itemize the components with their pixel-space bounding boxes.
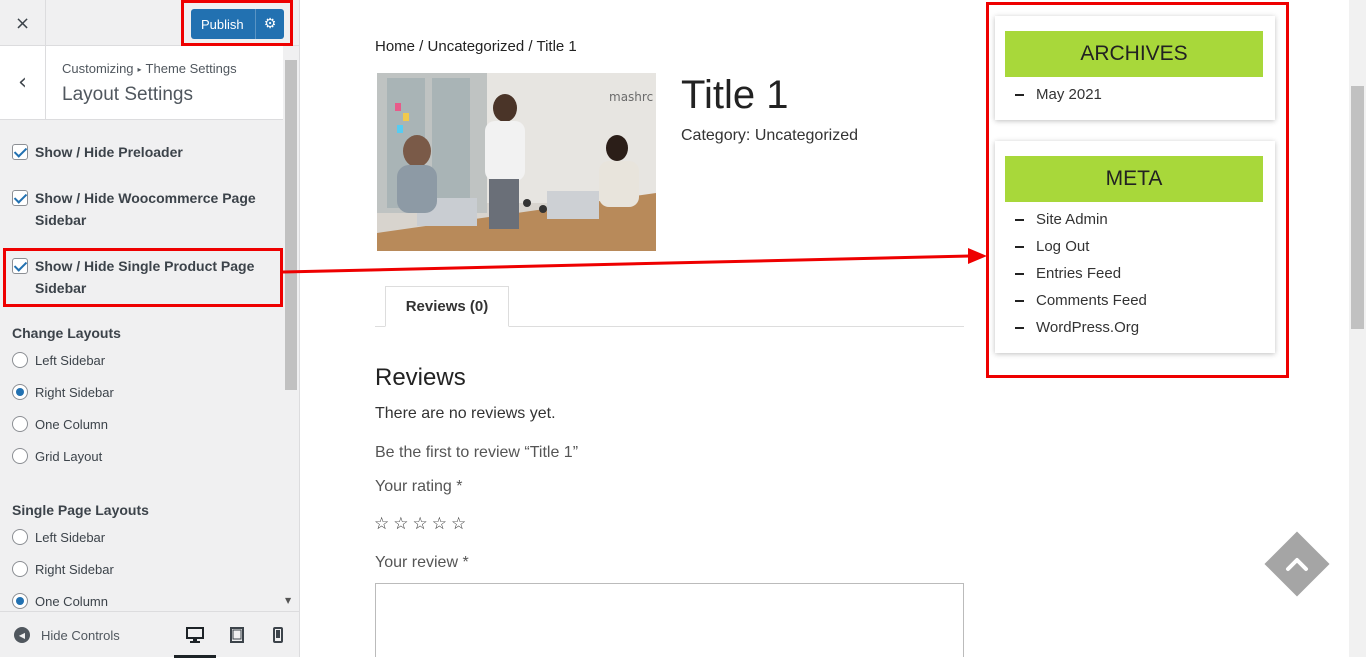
customizer-footer: ◀ Hide Controls bbox=[0, 611, 299, 658]
your-review-label: Your review * bbox=[375, 554, 469, 571]
tab-reviews[interactable]: Reviews (0) bbox=[385, 286, 509, 327]
desktop-icon[interactable] bbox=[184, 624, 206, 646]
your-rating-label: Your rating * bbox=[375, 478, 463, 495]
chevron-up-icon[interactable] bbox=[1282, 549, 1312, 579]
radio-button[interactable] bbox=[12, 561, 28, 577]
change-layouts-title: Change Layouts bbox=[12, 325, 121, 341]
caret-right-icon: ▸ bbox=[137, 65, 142, 74]
product-title: Title 1 bbox=[681, 73, 789, 117]
checkbox-label: Show / Hide Preloader bbox=[35, 144, 183, 160]
tablet-icon[interactable] bbox=[226, 624, 248, 646]
checkbox-checked[interactable] bbox=[12, 144, 28, 160]
star-icon[interactable]: ☆ bbox=[413, 514, 428, 534]
radio-grid-layout[interactable]: Grid Layout bbox=[12, 448, 102, 464]
checkbox-checked[interactable] bbox=[12, 190, 28, 206]
radio-button[interactable] bbox=[12, 416, 28, 432]
watermark-text: mashrc bbox=[609, 90, 653, 104]
radio-single-one-column[interactable]: One Column bbox=[12, 593, 108, 609]
breadcrumb-parent: Customizing bbox=[62, 61, 134, 76]
review-textarea[interactable] bbox=[375, 583, 964, 657]
radio-button-selected[interactable] bbox=[12, 384, 28, 400]
radio-left-sidebar[interactable]: Left Sidebar bbox=[12, 352, 105, 368]
hide-controls-label: Hide Controls bbox=[41, 627, 120, 643]
radio-label: One Column bbox=[35, 593, 108, 609]
section-title: Layout Settings bbox=[62, 84, 193, 105]
breadcrumb-section: Theme Settings bbox=[145, 61, 237, 76]
gear-icon[interactable]: ⚙ bbox=[255, 9, 284, 39]
star-icon[interactable]: ☆ bbox=[432, 514, 447, 534]
single-page-layouts-title: Single Page Layouts bbox=[12, 502, 149, 518]
radio-button-selected[interactable] bbox=[12, 593, 28, 609]
category-label: Category: bbox=[681, 127, 751, 144]
category-link[interactable]: Uncategorized bbox=[755, 127, 858, 144]
checkbox-woocommerce-sidebar[interactable]: Show / Hide Woocommerce Page Sidebar bbox=[12, 187, 265, 231]
star-icon[interactable]: ☆ bbox=[451, 514, 466, 534]
widget-highlight-box bbox=[986, 2, 1289, 378]
breadcrumb: Customizing ▸ Theme Settings bbox=[62, 61, 237, 76]
radio-label: Right Sidebar bbox=[35, 561, 114, 577]
product-category: Category: Uncategorized bbox=[681, 127, 858, 145]
site-preview: Home / Uncategorized / Title 1 mashrc Ti… bbox=[300, 0, 1349, 657]
be-first-text: Be the first to review “Title 1” bbox=[375, 444, 579, 461]
customizer-sidebar: × Publish ⚙ ‹ Customizing ▸ Theme Settings… bbox=[0, 0, 300, 658]
radio-one-column[interactable]: One Column bbox=[12, 416, 108, 432]
reviews-heading: Reviews bbox=[375, 364, 466, 391]
sidebar-scrollbar-thumb[interactable] bbox=[285, 60, 297, 390]
radio-label: One Column bbox=[35, 416, 108, 432]
radio-label: Left Sidebar bbox=[35, 352, 106, 368]
collapse-left-icon: ◀ bbox=[14, 627, 30, 643]
close-icon[interactable]: × bbox=[0, 0, 46, 46]
publish-button[interactable]: Publish ⚙ bbox=[191, 9, 284, 39]
radio-single-left-sidebar[interactable]: Left Sidebar bbox=[12, 529, 105, 545]
preview-scrollbar-thumb[interactable] bbox=[1351, 86, 1364, 329]
no-reviews-text: There are no reviews yet. bbox=[375, 405, 556, 422]
checkbox-highlight-box bbox=[3, 248, 283, 307]
star-rating[interactable]: ☆ ☆ ☆ ☆ ☆ bbox=[374, 514, 466, 534]
product-image[interactable]: mashrc bbox=[377, 73, 656, 251]
star-icon[interactable]: ☆ bbox=[393, 514, 408, 534]
radio-right-sidebar[interactable]: Right Sidebar bbox=[12, 384, 114, 400]
radio-button[interactable] bbox=[12, 352, 28, 368]
radio-button[interactable] bbox=[12, 448, 28, 464]
star-icon[interactable]: ☆ bbox=[374, 514, 389, 534]
hide-controls-button[interactable]: ◀ Hide Controls bbox=[14, 627, 120, 643]
mobile-icon[interactable] bbox=[267, 624, 289, 646]
publish-button-label: Publish bbox=[201, 16, 244, 32]
radio-label: Right Sidebar bbox=[35, 384, 114, 400]
checkbox-label: Show / Hide Woocommerce Page Sidebar bbox=[35, 190, 256, 228]
scroll-down-arrow-icon[interactable]: ▼ bbox=[285, 596, 291, 605]
back-arrow-icon[interactable]: ‹ bbox=[0, 46, 46, 119]
radio-label: Grid Layout bbox=[35, 448, 103, 464]
radio-button[interactable] bbox=[12, 529, 28, 545]
radio-single-right-sidebar[interactable]: Right Sidebar bbox=[12, 561, 114, 577]
section-header: ‹ Customizing ▸ Theme Settings Layout Sett… bbox=[0, 46, 283, 120]
checkbox-preloader[interactable]: Show / Hide Preloader bbox=[12, 141, 265, 163]
radio-label: Left Sidebar bbox=[35, 529, 106, 545]
page-breadcrumb[interactable]: Home / Uncategorized / Title 1 bbox=[375, 38, 577, 55]
